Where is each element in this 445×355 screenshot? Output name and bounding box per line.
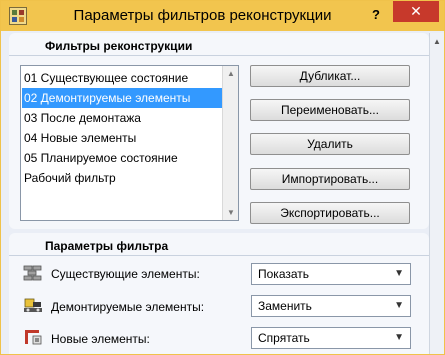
filters-heading: Фильтры реконструкции: [45, 39, 193, 53]
import-button[interactable]: Импортировать...: [250, 168, 410, 190]
scroll-down-icon[interactable]: ▼: [226, 208, 236, 217]
duplicate-button[interactable]: Дубликат...: [250, 65, 410, 87]
help-button[interactable]: ?: [363, 5, 389, 25]
delete-button[interactable]: Удалить: [250, 133, 410, 155]
rename-button[interactable]: Переименовать...: [250, 99, 410, 121]
new-elements-label: Новые элементы:: [51, 332, 150, 346]
list-item-selected[interactable]: 02 Демонтируемые элементы: [22, 88, 222, 108]
list-item[interactable]: Рабочий фильтр: [22, 168, 222, 188]
existing-elements-icon: [23, 265, 42, 281]
list-item[interactable]: 04 Новые элементы: [22, 128, 222, 148]
chevron-down-icon[interactable]: ▼: [394, 264, 404, 284]
list-item[interactable]: 03 После демонтажа: [22, 108, 222, 128]
scroll-up-icon[interactable]: ▲: [433, 37, 441, 46]
dialog-scrollbar[interactable]: [429, 33, 444, 354]
divider: [9, 55, 429, 56]
select-value: Заменить: [258, 299, 312, 313]
export-button[interactable]: Экспортировать...: [250, 202, 410, 224]
existing-elements-select[interactable]: Показать ▼: [251, 263, 411, 285]
list-item[interactable]: 05 Планируемое состояние: [22, 148, 222, 168]
chevron-down-icon[interactable]: ▼: [394, 328, 404, 348]
list-scrollbar[interactable]: ▲ ▼: [222, 66, 238, 220]
demolished-elements-select[interactable]: Заменить ▼: [251, 295, 411, 317]
close-button[interactable]: ✕: [393, 1, 439, 22]
reconstruction-filter-dialog: Параметры фильтров реконструкции ? ✕ ▲ Ф…: [0, 0, 445, 355]
window-title: Параметры фильтров реконструкции: [73, 7, 332, 24]
demolished-elements-label: Демонтируемые элементы:: [51, 300, 205, 314]
app-icon: [9, 7, 27, 25]
select-value: Показать: [258, 267, 310, 281]
chevron-down-icon[interactable]: ▼: [394, 296, 404, 316]
new-elements-icon: [25, 330, 42, 345]
existing-elements-label: Существующие элементы:: [51, 267, 200, 281]
title-bar[interactable]: Параметры фильтров реконструкции ? ✕: [1, 1, 444, 31]
scroll-up-icon[interactable]: ▲: [226, 69, 236, 78]
params-heading: Параметры фильтра: [45, 239, 169, 253]
divider: [9, 255, 429, 256]
new-elements-select[interactable]: Спрятать ▼: [251, 327, 411, 349]
demolished-elements-icon: [24, 298, 42, 312]
select-value: Спрятать: [258, 331, 310, 345]
list-item[interactable]: 01 Существующее состояние: [22, 68, 222, 88]
filter-list[interactable]: 01 Существующее состояние 02 Демонтируем…: [20, 65, 239, 221]
